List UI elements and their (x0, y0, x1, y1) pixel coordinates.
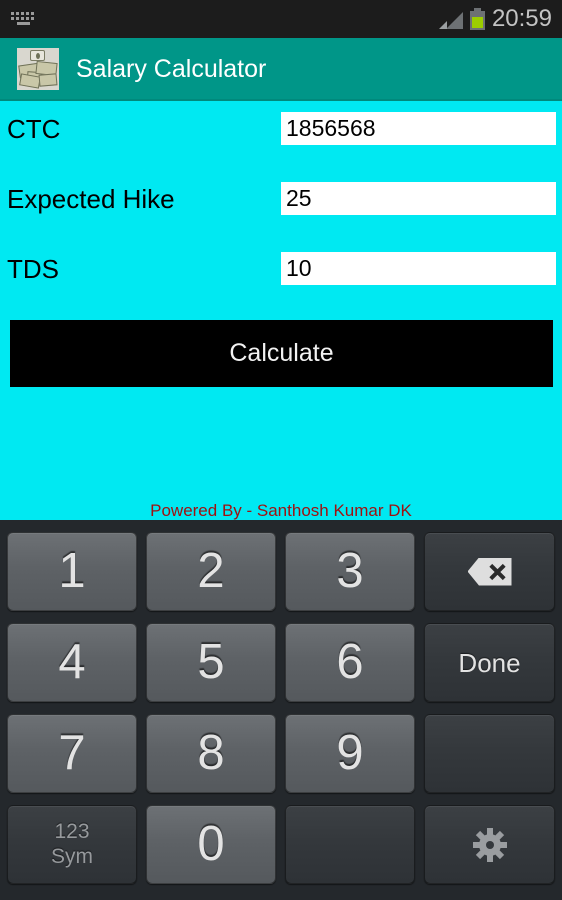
key-label: 0 (197, 817, 225, 871)
app-bar: Salary Calculator (0, 38, 562, 100)
key-label: 5 (197, 635, 225, 689)
keyboard-row: 1 2 3 (0, 532, 562, 623)
backspace-icon (467, 557, 512, 586)
keyboard-icon (11, 11, 37, 27)
field-row-ctc: CTC (0, 109, 562, 149)
key-backspace[interactable] (424, 532, 555, 611)
money-stack-icon (17, 48, 59, 90)
key-sym[interactable]: 123 Sym (7, 805, 137, 884)
key-label: 1 (58, 544, 86, 598)
app-title: Salary Calculator (76, 54, 267, 83)
key-1[interactable]: 1 (7, 532, 137, 611)
app-screen: 20:59 Salary Calculator CTC Expected Hik… (0, 0, 562, 900)
status-bar-clock: 20:59 (491, 5, 552, 32)
key-label-line2: Sym (51, 844, 93, 868)
field-row-tds: TDS (0, 249, 562, 289)
key-label: 4 (58, 635, 86, 689)
gear-icon (472, 827, 507, 862)
tds-label: TDS (7, 254, 59, 284)
expected-hike-input[interactable] (281, 182, 556, 215)
key-blank-2[interactable] (285, 805, 415, 884)
key-9[interactable]: 9 (285, 714, 415, 793)
key-done[interactable]: Done (424, 623, 555, 702)
calculate-button[interactable]: Calculate (10, 320, 553, 387)
footer-credit: Powered By - Santhosh Kumar DK (150, 501, 412, 520)
keyboard-row: 4 5 6 Done (0, 623, 562, 714)
signal-bars-icon (438, 9, 463, 29)
key-0[interactable]: 0 (146, 805, 276, 884)
key-3[interactable]: 3 (285, 532, 415, 611)
key-label: Done (458, 647, 521, 678)
tds-input[interactable] (281, 252, 556, 285)
key-label: 6 (336, 635, 364, 689)
key-label: 7 (58, 726, 86, 780)
key-label: 3 (336, 544, 364, 598)
key-8[interactable]: 8 (146, 714, 276, 793)
status-bar-right: 20:59 (438, 5, 562, 32)
ctc-input[interactable] (281, 112, 556, 145)
key-label: 8 (197, 726, 225, 780)
key-4[interactable]: 4 (7, 623, 137, 702)
key-7[interactable]: 7 (7, 714, 137, 793)
battery-icon (469, 8, 485, 30)
keyboard-row: 7 8 9 (0, 714, 562, 805)
key-label: 9 (336, 726, 364, 780)
key-label-line1: 123 (54, 820, 90, 844)
key-blank-1[interactable] (424, 714, 555, 793)
ctc-label: CTC (7, 114, 61, 144)
status-bar-left (0, 11, 37, 27)
on-screen-keyboard: 1 2 3 4 5 6 Done 7 8 9 123 Sym 0 (0, 520, 562, 900)
field-row-expected-hike: Expected Hike (0, 179, 562, 219)
key-5[interactable]: 5 (146, 623, 276, 702)
key-settings[interactable] (424, 805, 555, 884)
expected-hike-label: Expected Hike (7, 184, 175, 214)
key-6[interactable]: 6 (285, 623, 415, 702)
key-label: 2 (197, 544, 225, 598)
form-area: CTC Expected Hike TDS Calculate Powered … (0, 101, 562, 520)
key-label: 123 Sym (51, 820, 93, 868)
keyboard-row: 123 Sym 0 (0, 805, 562, 896)
status-bar: 20:59 (0, 0, 562, 38)
key-2[interactable]: 2 (146, 532, 276, 611)
